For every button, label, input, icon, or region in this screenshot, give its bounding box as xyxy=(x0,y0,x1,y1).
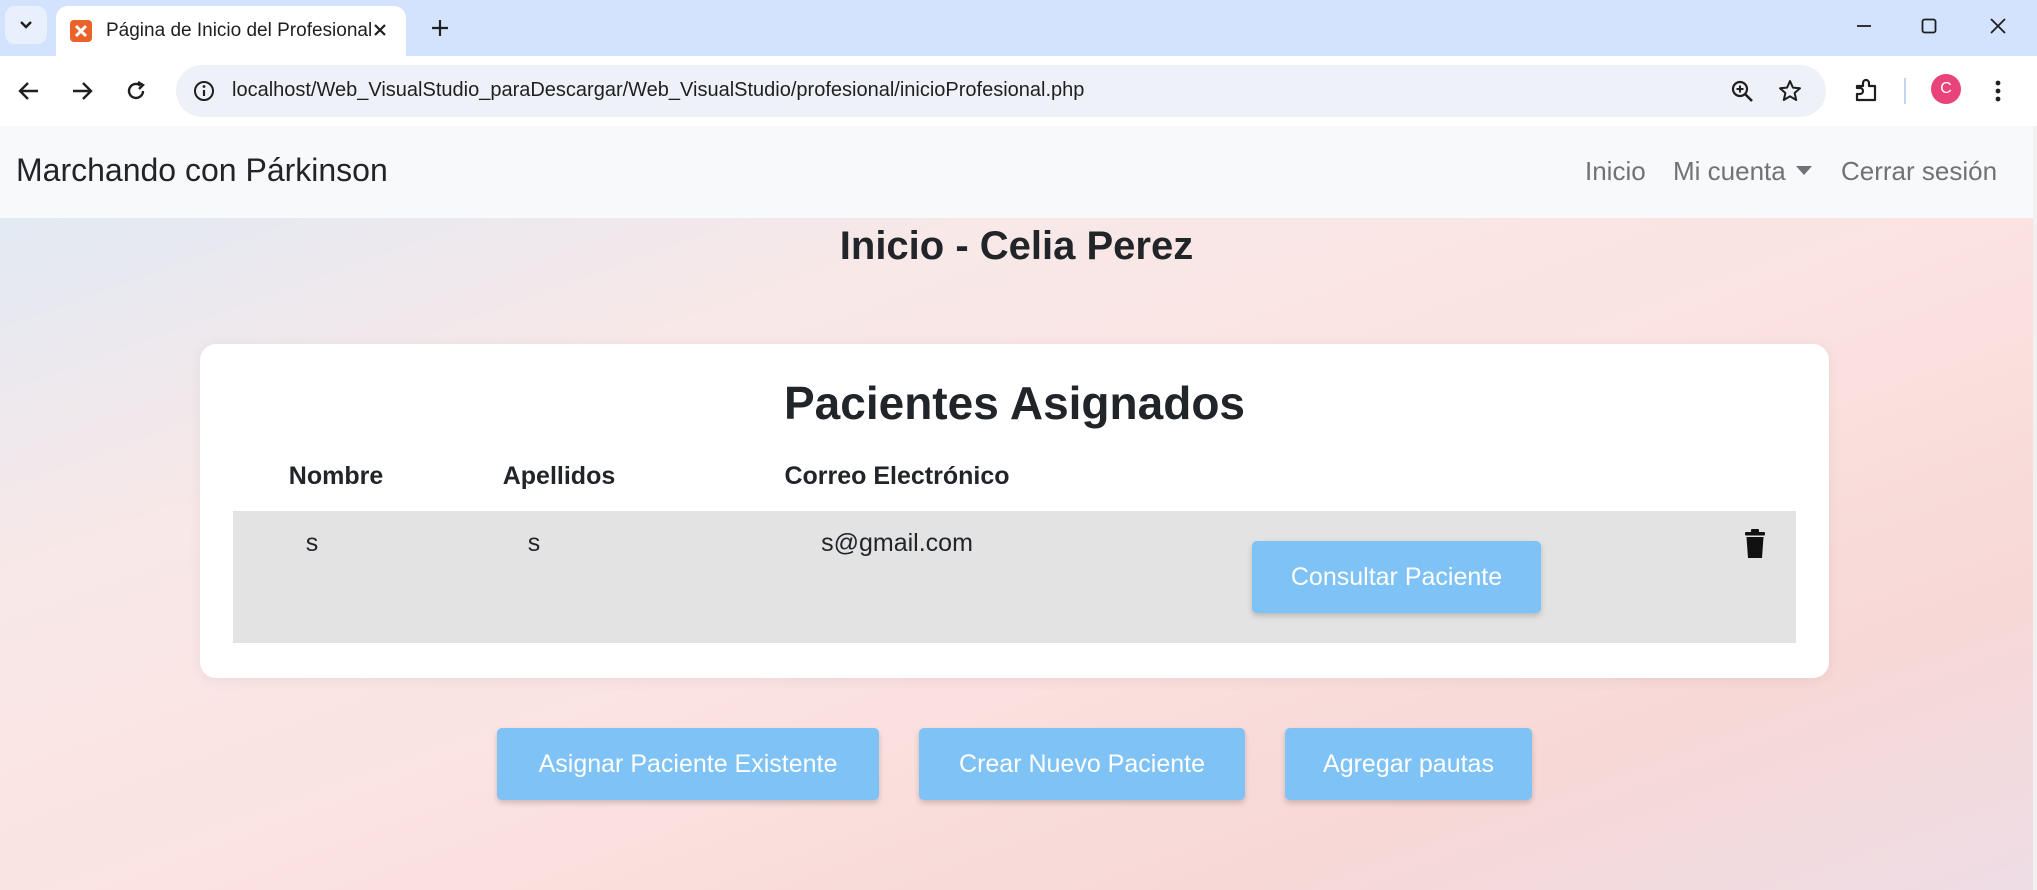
site-brand[interactable]: Marchando con Párkinson xyxy=(16,152,388,189)
nav-dropdown-mi-cuenta[interactable]: Mi cuenta xyxy=(1673,156,1812,187)
minimize-button[interactable] xyxy=(1830,0,1898,52)
cell-nombre: s xyxy=(305,529,319,557)
maximize-button[interactable] xyxy=(1895,0,1963,52)
extensions-icon[interactable] xyxy=(1845,70,1887,112)
cell-correo: s@gmail.com xyxy=(821,529,973,557)
site-navbar: Marchando con Párkinson Inicio Mi cuenta… xyxy=(0,126,2033,218)
trash-icon[interactable] xyxy=(1743,529,1767,559)
reload-icon xyxy=(127,80,145,100)
new-tab-button[interactable] xyxy=(420,8,460,48)
tab-title: Página de Inicio del Profesional xyxy=(106,20,373,41)
add-guidelines-button[interactable]: Agregar pautas xyxy=(1285,728,1532,800)
close-window-icon xyxy=(1990,18,2006,34)
column-header-nombre: Nombre xyxy=(288,462,384,490)
caret-down-icon xyxy=(1795,166,1812,175)
profile-avatar[interactable]: C xyxy=(1931,74,1961,104)
address-bar[interactable]: localhost/Web_VisualStudio_paraDescargar… xyxy=(176,65,1826,117)
create-new-patient-button[interactable]: Crear Nuevo Paciente xyxy=(919,728,1245,800)
plus-icon xyxy=(432,20,448,36)
kebab-menu-icon[interactable] xyxy=(1977,70,2019,112)
reload-button[interactable] xyxy=(115,70,157,112)
forward-button[interactable] xyxy=(61,70,103,112)
toolbar-divider xyxy=(1904,78,1906,104)
forward-icon xyxy=(73,82,93,100)
url-text[interactable]: localhost/Web_VisualStudio_paraDescargar… xyxy=(232,79,1084,102)
column-header-apellidos: Apellidos xyxy=(502,462,616,490)
close-window-button[interactable] xyxy=(1964,0,2032,52)
patients-card: Pacientes Asignados Nombre Apellidos Cor… xyxy=(200,344,1829,678)
tab-strip: Página de Inicio del Profesional xyxy=(0,0,2037,56)
browser-tab[interactable]: Página de Inicio del Profesional xyxy=(56,6,406,56)
close-icon[interactable] xyxy=(368,18,392,42)
nav-link-inicio[interactable]: Inicio xyxy=(1585,156,1646,187)
page-title: Inicio - Celia Perez xyxy=(839,224,1194,268)
back-icon xyxy=(18,82,38,100)
table-row: s s s@gmail.com Consultar Paciente xyxy=(233,511,1796,643)
tab-list-button[interactable] xyxy=(5,6,47,44)
nav-dropdown-label: Mi cuenta xyxy=(1673,156,1786,186)
column-header-correo: Correo Electrónico xyxy=(784,462,1010,490)
maximize-icon xyxy=(1921,18,1937,34)
cell-apellidos: s xyxy=(527,529,541,557)
star-icon[interactable] xyxy=(1776,77,1804,105)
favicon-icon xyxy=(70,20,92,42)
browser-toolbar: localhost/Web_VisualStudio_paraDescargar… xyxy=(0,56,2037,126)
site-info-icon[interactable] xyxy=(190,77,218,105)
minimize-icon xyxy=(1857,25,1871,27)
page-viewport: Marchando con Párkinson Inicio Mi cuenta… xyxy=(0,126,2033,890)
chevron-down-icon xyxy=(20,21,32,29)
nav-link-cerrar-sesion[interactable]: Cerrar sesión xyxy=(1841,156,1997,187)
zoom-icon[interactable] xyxy=(1728,77,1756,105)
assign-existing-patient-button[interactable]: Asignar Paciente Existente xyxy=(497,728,879,800)
back-button[interactable] xyxy=(8,70,50,112)
consultar-paciente-button[interactable]: Consultar Paciente xyxy=(1252,541,1541,613)
patients-title: Pacientes Asignados xyxy=(783,377,1245,429)
page-scrollbar[interactable] xyxy=(2033,126,2037,890)
